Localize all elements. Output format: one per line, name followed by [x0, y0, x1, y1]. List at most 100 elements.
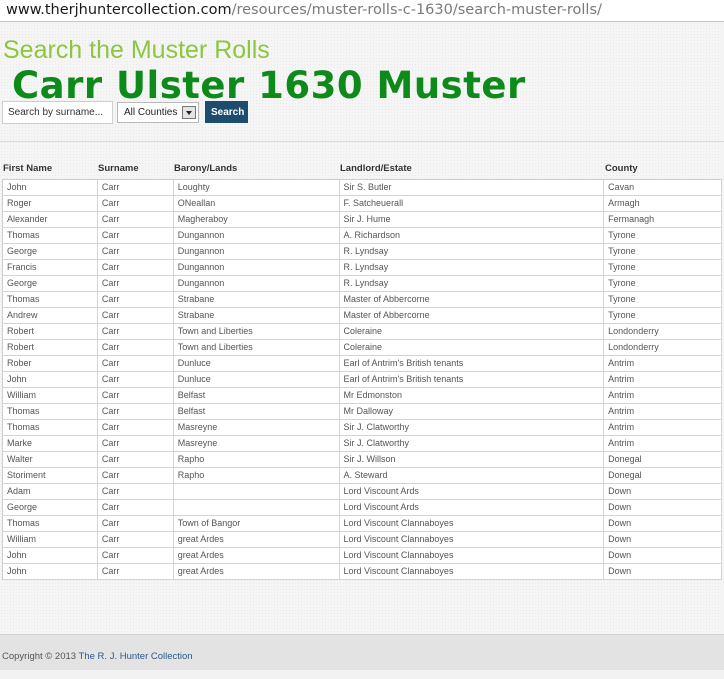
county-cell: Antrim	[604, 372, 722, 388]
first-name-cell: Thomas	[3, 292, 98, 308]
barony-cell: Belfast	[173, 388, 340, 404]
barony-cell: Dunluce	[173, 356, 340, 372]
surname-cell: Carr	[97, 420, 174, 436]
first-name-cell: Robert	[3, 340, 98, 356]
first-name-cell: John	[3, 548, 98, 564]
surname-cell: Carr	[97, 372, 174, 388]
first-name-cell: Thomas	[3, 420, 98, 436]
landlord-cell: Lord Viscount Clannaboyes	[339, 516, 605, 532]
county-cell: Tyrone	[604, 308, 722, 324]
page-title: Search the Muster Rolls	[3, 36, 270, 64]
barony-cell: Magheraboy	[173, 212, 340, 228]
first-name-cell: Thomas	[3, 404, 98, 420]
county-cell: Antrim	[604, 388, 722, 404]
surname-cell: Carr	[97, 308, 174, 324]
table-row: Robert Carr Town and Liberties Coleraine Lon…	[3, 324, 722, 340]
divider	[0, 141, 724, 142]
table-row: Thomas Carr Dungannon A. Richardson Tyrone	[3, 228, 722, 244]
table-row: Marke Carr Masreyne Sir J. Clatworthy Antrim	[3, 436, 722, 452]
landlord-cell: A. Richardson	[339, 228, 605, 244]
barony-cell: great Ardes	[173, 532, 340, 548]
surname-cell: Carr	[97, 212, 174, 228]
first-name-cell: Thomas	[3, 228, 98, 244]
county-cell: Antrim	[604, 420, 722, 436]
table-row: Roger Carr ONeallan F. Satcheuerall Armagh	[3, 196, 722, 212]
county-cell: Londonderry	[604, 324, 722, 340]
copyright-text: Copyright © 2013	[2, 651, 79, 662]
landlord-cell: A. Steward	[339, 468, 605, 484]
landlord-cell: Coleraine	[339, 324, 605, 340]
surname-search-input[interactable]	[2, 101, 113, 124]
first-name-cell: George	[3, 244, 98, 260]
landlord-cell: Earl of Antrim's British tenants	[339, 372, 605, 388]
county-cell: Donegal	[604, 468, 722, 484]
county-cell: Donegal	[604, 452, 722, 468]
surname-cell: Carr	[97, 516, 174, 532]
first-name-cell: Walter	[3, 452, 98, 468]
county-select[interactable]: All Counties	[117, 102, 199, 123]
footer-link[interactable]: The R. J. Hunter Collection	[79, 651, 193, 662]
surname-cell: Carr	[97, 500, 174, 516]
first-name-cell: Francis	[3, 260, 98, 276]
landlord-cell: Sir J. Hume	[339, 212, 605, 228]
first-name-cell: Adam	[3, 484, 98, 500]
county-cell: Tyrone	[604, 276, 722, 292]
first-name-cell: William	[3, 388, 98, 404]
table-row: Andrew Carr Strabane Master of Abbercorne Ty…	[3, 308, 722, 324]
barony-cell: Town and Liberties	[173, 324, 340, 340]
table-row: Thomas Carr Belfast Mr Dalloway Antrim	[3, 404, 722, 420]
table-header: First Name Surname Barony/Lands Landlord…	[0, 163, 724, 179]
barony-cell: great Ardes	[173, 564, 340, 580]
chevron-down-icon[interactable]	[182, 106, 196, 119]
table-row: Francis Carr Dungannon R. Lyndsay Tyrone	[3, 260, 722, 276]
barony-cell: ONeallan	[173, 196, 340, 212]
landlord-cell: R. Lyndsay	[339, 244, 605, 260]
table-row: John Carr Dunluce Earl of Antrim's British …	[3, 372, 722, 388]
surname-cell: Carr	[97, 388, 174, 404]
barony-cell: Strabane	[173, 292, 340, 308]
search-button[interactable]: Search	[205, 101, 248, 123]
landlord-cell: Lord Viscount Clannaboyes	[339, 564, 605, 580]
barony-cell: Loughty	[173, 180, 340, 196]
table-row: Thomas Carr Strabane Master of Abbercorne Ty…	[3, 292, 722, 308]
county-select-value: All Counties	[124, 107, 178, 118]
table-row: Thomas Carr Town of Bangor Lord Viscount Cl…	[3, 516, 722, 532]
results-table: John Carr Loughty Sir S. Butler Cavan Roger Ca…	[2, 179, 722, 580]
barony-cell: great Ardes	[173, 548, 340, 564]
barony-cell: Town of Bangor	[173, 516, 340, 532]
barony-cell: Rapho	[173, 468, 340, 484]
landlord-cell: Sir S. Butler	[339, 180, 605, 196]
first-name-cell: Rober	[3, 356, 98, 372]
landlord-cell: Sir J. Clatworthy	[339, 420, 605, 436]
surname-cell: Carr	[97, 340, 174, 356]
barony-cell: Masreyne	[173, 436, 340, 452]
barony-cell: Town and Liberties	[173, 340, 340, 356]
county-cell: Tyrone	[604, 244, 722, 260]
landlord-cell: Sir J. Clatworthy	[339, 436, 605, 452]
address-bar[interactable]: www.therjhuntercollection.com/resources/…	[0, 0, 724, 22]
surname-cell: Carr	[97, 532, 174, 548]
surname-cell: Carr	[97, 180, 174, 196]
table-row: Walter Carr Rapho Sir J. Willson Donegal	[3, 452, 722, 468]
county-cell: Tyrone	[604, 260, 722, 276]
header-surname: Surname	[98, 163, 139, 174]
landlord-cell: R. Lyndsay	[339, 260, 605, 276]
county-cell: Down	[604, 484, 722, 500]
county-cell: Antrim	[604, 356, 722, 372]
landlord-cell: Master of Abbercorne	[339, 292, 605, 308]
county-cell: Down	[604, 548, 722, 564]
surname-cell: Carr	[97, 292, 174, 308]
landlord-cell: Lord Viscount Clannaboyes	[339, 532, 605, 548]
barony-cell: Dungannon	[173, 228, 340, 244]
first-name-cell: George	[3, 500, 98, 516]
table-row: John Carr Loughty Sir S. Butler Cavan	[3, 180, 722, 196]
first-name-cell: William	[3, 532, 98, 548]
landlord-cell: Master of Abbercorne	[339, 308, 605, 324]
first-name-cell: Marke	[3, 436, 98, 452]
surname-cell: Carr	[97, 548, 174, 564]
header-landlord: Landlord/Estate	[340, 163, 412, 174]
page-content: Search the Muster Rolls Carr Ulster 1630…	[0, 24, 724, 634]
first-name-cell: Storiment	[3, 468, 98, 484]
landlord-cell: Coleraine	[339, 340, 605, 356]
county-cell: Tyrone	[604, 292, 722, 308]
